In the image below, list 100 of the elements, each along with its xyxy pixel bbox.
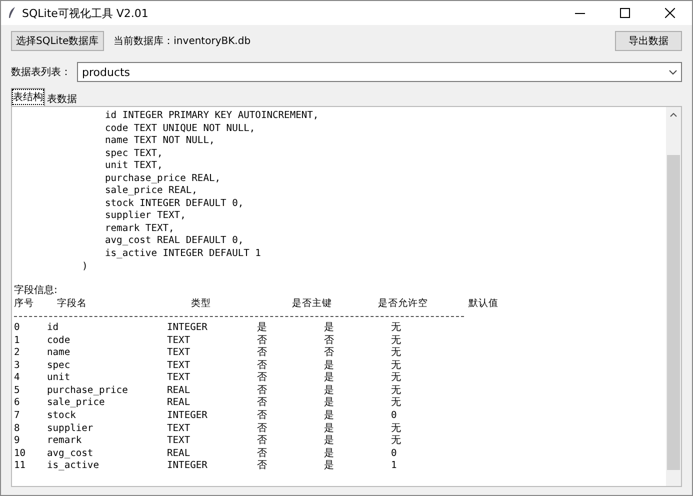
column-header-line: 序号 字段名 类型 是否主键 是否允许空 默认值	[14, 298, 500, 310]
table-cell-text: 否	[257, 422, 268, 435]
table-cell-text: 否	[257, 384, 268, 397]
table-cell-text: 是	[324, 422, 335, 435]
scrollbar-thumb[interactable]	[667, 155, 680, 470]
chevron-down-icon	[669, 70, 677, 74]
schema-line: remark TEXT,	[104, 222, 176, 236]
table-cell-text: 是	[324, 410, 335, 423]
table-cell-text: spec	[47, 360, 72, 372]
table-cell-text: 0	[391, 448, 398, 460]
table-cell-text: remark	[47, 435, 83, 448]
table-cell-text: unit	[47, 372, 72, 385]
schema-line: )	[81, 260, 89, 274]
table-cell-text: 否	[257, 460, 268, 473]
table-cell-text: 无	[391, 372, 402, 385]
schema-line: is_active INTEGER DEFAULT 1	[104, 248, 262, 261]
table-cell-text: 否	[257, 347, 268, 360]
table-cell-text: 无	[391, 435, 402, 448]
table-cell-text: supplier	[47, 422, 94, 436]
table-cell-text: 2	[14, 347, 21, 360]
schema-line: purchase_price REAL,	[104, 172, 222, 186]
table-cell-text: 无	[391, 384, 402, 397]
table-cell-text: 否	[257, 410, 268, 423]
tab[interactable]: 表结构	[11, 88, 45, 106]
schema-line: sale_price REAL,	[104, 185, 198, 198]
table-cell-text: 否	[257, 435, 268, 448]
table-cell-text: REAL	[167, 397, 192, 410]
table-cell-text: 否	[257, 448, 268, 460]
table-cell-text: purchase_price	[47, 384, 129, 398]
table-cell-text: REAL	[167, 448, 192, 460]
table-cell-text: 是	[324, 397, 335, 410]
export-button[interactable]: 导出数据	[615, 31, 682, 51]
feather-icon	[8, 7, 16, 19]
table-cell-text: 否	[257, 372, 268, 385]
table-cell-text: 10	[14, 448, 27, 460]
scroll-up-icon[interactable]	[670, 113, 677, 117]
table-cell-text: 是	[324, 435, 335, 448]
table-cell-text: TEXT	[167, 347, 192, 360]
current-database-label: 当前数据库：inventoryBK.db	[114, 34, 252, 48]
section-heading: 字段信息:	[14, 285, 58, 298]
table-cell-text: 无	[391, 347, 402, 360]
schema-line: stock INTEGER DEFAULT 0,	[104, 198, 245, 210]
table-cell-text: 4	[14, 372, 21, 385]
table-cell-text: TEXT	[167, 435, 192, 448]
schema-line: avg_cost REAL DEFAULT 0,	[104, 235, 245, 248]
table-cell-text: 6	[14, 397, 21, 410]
table-cell-text: REAL	[167, 384, 192, 398]
table-cell-text: TEXT	[167, 360, 192, 372]
table-cell-text: INTEGER	[167, 410, 208, 423]
table-cell-text: id	[47, 322, 60, 335]
table-cell-text: name	[47, 347, 72, 360]
table-cell-text: 是	[257, 322, 268, 335]
table-cell-text: 是	[324, 360, 335, 372]
table-cell-text: INTEGER	[167, 460, 208, 473]
table-cell-text: 无	[391, 360, 402, 372]
table-cell-text: code	[47, 334, 72, 348]
table-cell-text: INTEGER	[167, 322, 208, 335]
table-cell-text: 是	[324, 384, 335, 397]
table-cell-text: 1	[14, 334, 21, 348]
table-cell-text: 是	[324, 372, 335, 385]
table-cell-text: 否	[257, 360, 268, 372]
table-cell-text: 无	[391, 422, 402, 435]
table-cell-text: 3	[14, 360, 21, 372]
scrollbar[interactable]	[666, 107, 681, 486]
schema-line: id INTEGER PRIMARY KEY AUTOINCREMENT,	[104, 110, 320, 123]
table-cell-text: 无	[391, 322, 402, 335]
schema-line: supplier TEXT,	[104, 210, 187, 223]
table-cell-text: 无	[391, 397, 402, 410]
table-cell-text: 是	[324, 460, 335, 473]
table-cell-text: 否	[257, 334, 268, 347]
table-cell-text: sale_price	[47, 397, 106, 410]
maximize-icon	[620, 8, 630, 18]
table-cell-text: 5	[14, 384, 21, 398]
table-cell-text: 7	[14, 410, 21, 423]
schema-line: name TEXT NOT NULL,	[104, 135, 216, 148]
table-cell-text: 0	[14, 322, 21, 335]
schema-line: unit TEXT,	[104, 160, 164, 173]
table-cell-text: 0	[391, 410, 398, 423]
table-cell-text: 9	[14, 435, 21, 448]
table-cell-text: 否	[257, 397, 268, 410]
table-cell-text: TEXT	[167, 422, 192, 436]
table-cell-text: 否	[324, 334, 335, 347]
table-cell-text: stock	[47, 410, 77, 423]
table-cell-text: 无	[391, 334, 402, 347]
open-database-button[interactable]: 选择SQLite数据库	[11, 31, 104, 51]
table-cell-text: 是	[324, 448, 335, 460]
table-cell-text: TEXT	[167, 372, 192, 385]
schema-line: code TEXT UNIQUE NOT NULL,	[104, 122, 256, 136]
table-cell-text: 11	[14, 460, 27, 473]
close-icon	[664, 8, 674, 18]
schema-line: spec TEXT,	[104, 148, 164, 160]
table-cell-text: 否	[324, 347, 335, 360]
table-cell-text: 8	[14, 422, 21, 436]
table-cell-text: TEXT	[167, 334, 192, 348]
table-cell-text: avg_cost	[47, 448, 94, 460]
table-cell-text: 是	[324, 322, 335, 335]
table-list-label: 数据表列表：	[11, 66, 71, 79]
table-cell-text: 1	[391, 460, 398, 473]
window-title: SQLite可视化工具 V2.01	[22, 6, 150, 20]
table-dropdown[interactable]: products	[77, 62, 682, 82]
